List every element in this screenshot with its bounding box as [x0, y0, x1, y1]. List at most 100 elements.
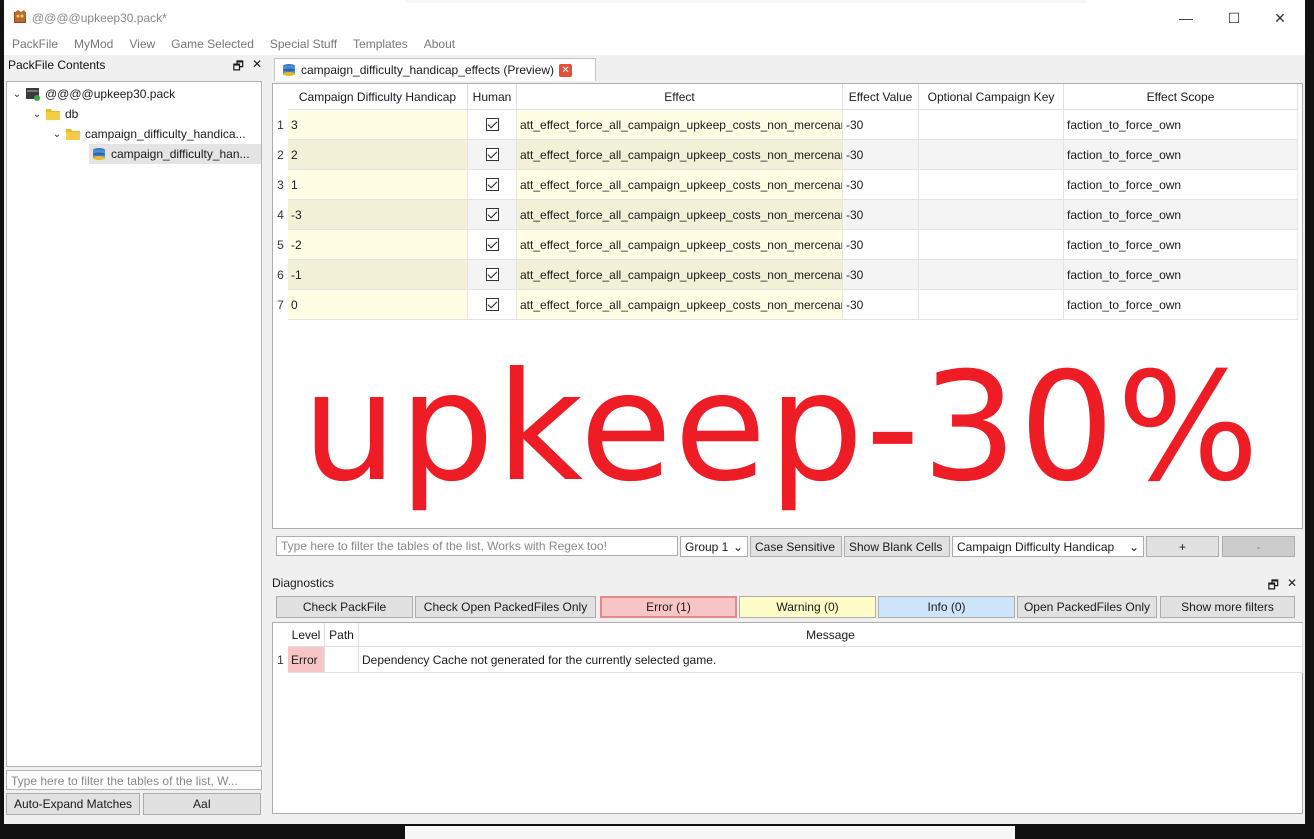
tree-item-db[interactable]: ⌄ db — [31, 104, 79, 124]
human-checkbox-cell[interactable] — [468, 200, 517, 230]
check-open-packedfiles-button[interactable]: Check Open PackedFiles Only — [415, 596, 596, 618]
maximize-button[interactable]: ☐ — [1211, 3, 1257, 33]
chevron-down-icon[interactable]: ⌄ — [31, 109, 43, 120]
case-sensitive-toggle[interactable]: AaI — [143, 793, 261, 815]
effect-scope-cell[interactable]: faction_to_force_own — [1064, 260, 1298, 290]
checked-checkbox-icon[interactable] — [485, 298, 499, 311]
title-bar[interactable]: @@@@upkeep30.pack* — ☐ ✕ — [4, 3, 1305, 33]
close-window-button[interactable]: ✕ — [1257, 3, 1303, 33]
effect-value-cell[interactable]: -30 — [843, 200, 919, 230]
minimize-button[interactable]: — — [1163, 3, 1209, 33]
campaign-key-cell[interactable] — [919, 200, 1064, 230]
check-packfile-button[interactable]: Check PackFile — [276, 596, 413, 618]
close-panel-icon[interactable]: ✕ — [1287, 576, 1297, 597]
column-header-human[interactable]: Human — [468, 84, 517, 110]
effect-cell[interactable]: att_effect_force_all_campaign_upkeep_cos… — [517, 260, 843, 290]
show-more-filters-button[interactable]: Show more filters — [1160, 596, 1295, 618]
column-header-effect[interactable]: Effect — [517, 84, 843, 110]
effect-value-cell[interactable]: -30 — [843, 140, 919, 170]
column-header-effect-scope[interactable]: Effect Scope — [1064, 84, 1298, 110]
diag-path-cell[interactable] — [325, 647, 359, 673]
effect-value-cell[interactable]: -30 — [843, 110, 919, 140]
effect-cell[interactable]: att_effect_force_all_campaign_upkeep_cos… — [517, 200, 843, 230]
handicap-cell[interactable]: -2 — [288, 230, 468, 260]
float-panel-icon[interactable]: 🗗 — [233, 57, 244, 78]
remove-filter-button[interactable]: - — [1222, 536, 1295, 557]
handicap-cell[interactable]: -1 — [288, 260, 468, 290]
diag-message-cell[interactable]: Dependency Cache not generated for the c… — [359, 647, 1303, 673]
effect-scope-cell[interactable]: faction_to_force_own — [1064, 110, 1298, 140]
checked-checkbox-icon[interactable] — [485, 178, 499, 191]
checked-checkbox-icon[interactable] — [485, 118, 499, 131]
human-checkbox-cell[interactable] — [468, 260, 517, 290]
handicap-cell[interactable]: 1 — [288, 170, 468, 200]
menu-special-stuff[interactable]: Special Stuff — [262, 33, 345, 55]
effect-scope-cell[interactable]: faction_to_force_own — [1064, 140, 1298, 170]
menu-mymod[interactable]: MyMod — [66, 33, 121, 55]
menu-templates[interactable]: Templates — [345, 33, 416, 55]
tree-item-pack[interactable]: ⌄ @@@@upkeep30.pack — [11, 84, 175, 104]
campaign-key-cell[interactable] — [919, 230, 1064, 260]
error-filter-toggle[interactable]: Error (1) — [600, 596, 737, 618]
effect-cell[interactable]: att_effect_force_all_campaign_upkeep_cos… — [517, 140, 843, 170]
checked-checkbox-icon[interactable] — [485, 148, 499, 161]
tree-item-db-table[interactable]: campaign_difficulty_han... — [89, 144, 261, 164]
human-checkbox-cell[interactable] — [468, 290, 517, 320]
filter-column-select[interactable]: Campaign Difficulty Handicap ⌄ — [952, 536, 1144, 557]
campaign-key-cell[interactable] — [919, 140, 1064, 170]
menu-packfile[interactable]: PackFile — [4, 33, 66, 55]
tree-item-table-folder[interactable]: ⌄ campaign_difficulty_handica... — [51, 124, 246, 144]
column-header-level[interactable]: Level — [288, 623, 325, 647]
effect-value-cell[interactable]: -30 — [843, 230, 919, 260]
column-header-campaign-key[interactable]: Optional Campaign Key — [919, 84, 1064, 110]
tree-filter-input[interactable]: Type here to filter the tables of the li… — [6, 770, 262, 790]
checked-checkbox-icon[interactable] — [485, 208, 499, 221]
table-filter-input[interactable]: Type here to filter the tables of the li… — [276, 536, 678, 556]
effect-scope-cell[interactable]: faction_to_force_own — [1064, 170, 1298, 200]
info-filter-toggle[interactable]: Info (0) — [878, 596, 1015, 618]
effect-cell[interactable]: att_effect_force_all_campaign_upkeep_cos… — [517, 170, 843, 200]
handicap-cell[interactable]: 0 — [288, 290, 468, 320]
column-header-effect-value[interactable]: Effect Value — [843, 84, 919, 110]
close-tab-icon[interactable]: ✕ — [559, 63, 573, 77]
campaign-key-cell[interactable] — [919, 290, 1064, 320]
open-packedfiles-only-button[interactable]: Open PackedFiles Only — [1017, 596, 1157, 618]
handicap-cell[interactable]: 3 — [288, 110, 468, 140]
effect-value-cell[interactable]: -30 — [843, 170, 919, 200]
close-panel-icon[interactable]: ✕ — [252, 57, 262, 78]
menu-view[interactable]: View — [121, 33, 163, 55]
chevron-down-icon[interactable]: ⌄ — [51, 129, 63, 140]
float-panel-icon[interactable]: 🗗 — [1268, 576, 1279, 597]
show-blank-cells-button[interactable]: Show Blank Cells — [844, 536, 950, 557]
auto-expand-matches-button[interactable]: Auto-Expand Matches — [6, 793, 140, 815]
effect-value-cell[interactable]: -30 — [843, 260, 919, 290]
effect-scope-cell[interactable]: faction_to_force_own — [1064, 290, 1298, 320]
menu-about[interactable]: About — [416, 33, 463, 55]
handicap-cell[interactable]: 2 — [288, 140, 468, 170]
case-sensitive-button[interactable]: Case Sensitive — [750, 536, 842, 557]
column-header-message[interactable]: Message — [359, 623, 1303, 647]
human-checkbox-cell[interactable] — [468, 170, 517, 200]
handicap-cell[interactable]: -3 — [288, 200, 468, 230]
menu-game-selected[interactable]: Game Selected — [163, 33, 262, 55]
human-checkbox-cell[interactable] — [468, 110, 517, 140]
chevron-down-icon[interactable]: ⌄ — [11, 89, 23, 100]
effect-value-cell[interactable]: -30 — [843, 290, 919, 320]
column-header-path[interactable]: Path — [325, 623, 359, 647]
diag-level-cell[interactable]: Error — [288, 647, 325, 673]
effect-cell[interactable]: att_effect_force_all_campaign_upkeep_cos… — [517, 230, 843, 260]
campaign-key-cell[interactable] — [919, 110, 1064, 140]
human-checkbox-cell[interactable] — [468, 140, 517, 170]
add-filter-button[interactable]: + — [1146, 536, 1219, 557]
tab-campaign-difficulty-handicap-effects[interactable]: campaign_difficulty_handicap_effects (Pr… — [274, 58, 596, 81]
effect-cell[interactable]: att_effect_force_all_campaign_upkeep_cos… — [517, 110, 843, 140]
column-header-handicap[interactable]: Campaign Difficulty Handicap — [288, 84, 468, 110]
effect-scope-cell[interactable]: faction_to_force_own — [1064, 200, 1298, 230]
effect-scope-cell[interactable]: faction_to_force_own — [1064, 230, 1298, 260]
warning-filter-toggle[interactable]: Warning (0) — [739, 596, 876, 618]
campaign-key-cell[interactable] — [919, 260, 1064, 290]
human-checkbox-cell[interactable] — [468, 230, 517, 260]
campaign-key-cell[interactable] — [919, 170, 1064, 200]
checked-checkbox-icon[interactable] — [485, 268, 499, 281]
checked-checkbox-icon[interactable] — [485, 238, 499, 251]
